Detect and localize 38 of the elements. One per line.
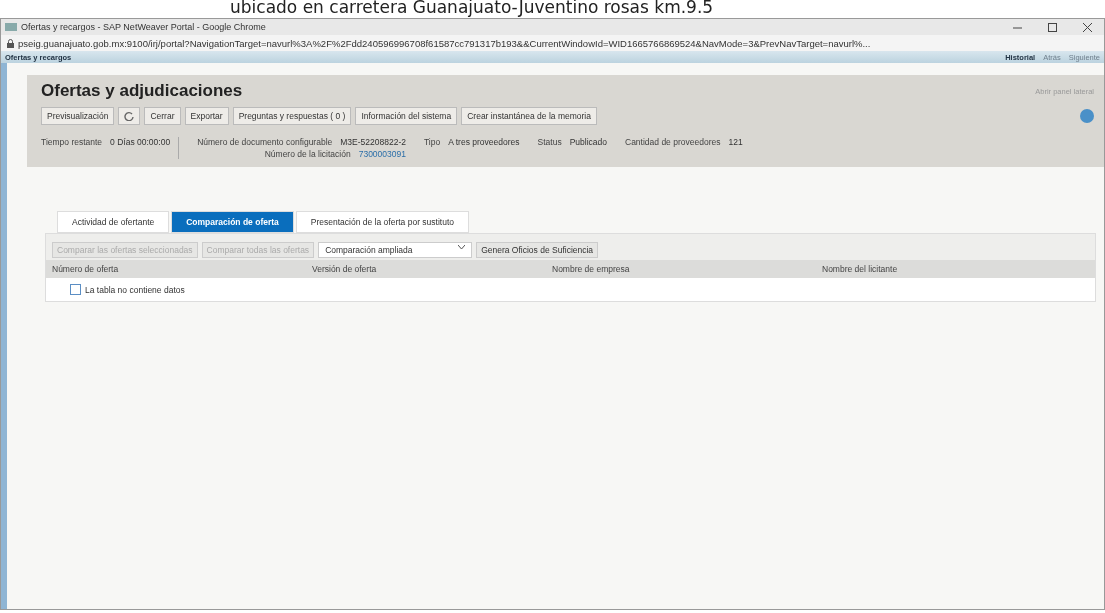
info-label: Tiempo restante xyxy=(41,137,103,147)
maximize-icon[interactable] xyxy=(1048,22,1057,32)
close-icon[interactable] xyxy=(1083,22,1092,32)
tab[interactable]: Presentación de la oferta por sustituto xyxy=(295,211,469,233)
column-header: Versión de oferta xyxy=(312,264,378,274)
info-label: Tipo xyxy=(423,137,441,147)
toolbar-button[interactable]: Previsualización xyxy=(41,107,115,125)
info-value: M3E-52208822-2 xyxy=(340,137,406,147)
page-title: Ofertas y adjudicaciones xyxy=(41,81,243,101)
info-label: Status xyxy=(537,137,562,147)
info-label: Número de la licitación xyxy=(264,149,351,159)
info-value: Publicado xyxy=(569,137,607,147)
lock-icon xyxy=(7,38,14,48)
refresh-icon xyxy=(124,111,135,121)
column-header: Nombre de empresa xyxy=(552,264,631,274)
info-label: Cantidad de proveedores xyxy=(625,137,721,147)
toolbar-button[interactable]: Crear instantánea de la memoria xyxy=(461,107,597,125)
document-text: ubicado en carretera Guanajuato-Juventino rosas km.9.5 xyxy=(229,0,715,18)
empty-table-message: La tabla no contiene datos xyxy=(85,284,185,295)
toolbar-button[interactable]: Preguntas y respuestas ( 0 ) xyxy=(232,107,352,125)
tab[interactable]: Actividad de ofertante xyxy=(57,211,170,233)
toolbar-button[interactable]: Información del sistema xyxy=(355,107,458,125)
info-label: Número de documento configurable xyxy=(197,137,333,147)
refresh-button[interactable] xyxy=(118,107,141,125)
column-header: Nombre del licitante xyxy=(822,264,899,274)
comparison-dropdown[interactable]: Comparación ampliada xyxy=(318,242,473,258)
window-title: Ofertas y recargos - SAP NetWeaver Portal - Google Chrome xyxy=(21,22,266,32)
tab[interactable]: Comparación de oferta xyxy=(171,211,294,233)
table-toolbar-button[interactable]: Genera Oficios de Suficiencia xyxy=(476,242,599,258)
toolbar-button[interactable]: Cerrar xyxy=(144,107,181,125)
info-value: 121 xyxy=(728,137,743,147)
chevron-icon xyxy=(458,245,466,250)
column-header: Número de oferta xyxy=(52,264,120,274)
info-link[interactable]: 7300003091 xyxy=(358,149,406,159)
browser-logo-icon xyxy=(5,23,17,31)
info-value: A tres proveedores xyxy=(448,137,520,147)
toolbar-button[interactable]: Exportar xyxy=(184,107,229,125)
info-value: 0 Días 00:00:00 xyxy=(110,137,171,147)
